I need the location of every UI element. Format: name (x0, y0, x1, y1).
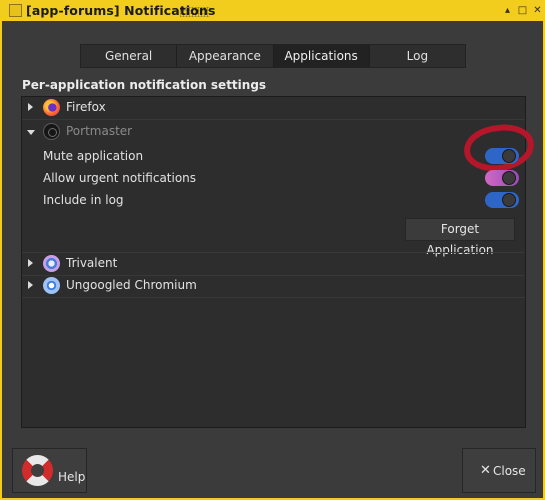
allow-urgent-toggle[interactable] (485, 170, 519, 186)
title-bar[interactable]: [app-forums] Notifications ▴ □ ✕ (2, 2, 543, 21)
setting-label-log: Include in log (43, 193, 124, 207)
window-menu-icon[interactable] (9, 4, 22, 17)
tree-row-firefox[interactable]: Firefox (22, 97, 525, 120)
lifebuoy-icon (22, 455, 53, 486)
trivalent-icon (43, 255, 60, 272)
tab-applications[interactable]: Applications (273, 45, 370, 67)
title-decoration (180, 7, 210, 17)
toggle-knob (502, 171, 516, 185)
app-name: Trivalent (66, 256, 118, 270)
expand-arrow-icon[interactable] (28, 281, 33, 289)
help-label: Help (58, 470, 86, 484)
close-button[interactable]: ✕ Close (462, 448, 536, 493)
expand-arrow-icon[interactable] (28, 259, 33, 267)
collapse-arrow-icon[interactable] (27, 130, 35, 135)
firefox-icon (43, 99, 60, 116)
minimize-icon[interactable]: ▴ (500, 4, 515, 18)
portmaster-icon (43, 123, 60, 140)
close-icon: ✕ (480, 463, 491, 478)
close-window-icon[interactable]: ✕ (530, 4, 545, 18)
tab-appearance[interactable]: Appearance (177, 45, 274, 67)
app-name: Portmaster (66, 124, 133, 138)
tab-log[interactable]: Log (370, 45, 465, 67)
setting-label-mute: Mute application (43, 149, 144, 163)
forget-application-button[interactable]: Forget Application (405, 218, 515, 257)
chromium-icon (43, 277, 60, 294)
include-in-log-toggle[interactable] (485, 192, 519, 208)
section-heading: Per-application notification settings (22, 78, 267, 92)
tree-row-trivalent[interactable]: Trivalent (22, 252, 525, 276)
setting-label-urgent: Allow urgent notifications (43, 171, 197, 185)
app-name: Firefox (66, 100, 106, 114)
maximize-icon[interactable]: □ (515, 4, 530, 18)
expand-arrow-icon[interactable] (28, 103, 33, 111)
mute-application-toggle[interactable] (485, 148, 519, 164)
app-name: Ungoogled Chromium (66, 278, 197, 292)
close-label: Close (493, 464, 526, 478)
tab-bar: General Appearance Applications Log (80, 44, 466, 68)
notifications-window: [app-forums] Notifications ▴ □ ✕ General… (0, 0, 545, 500)
tree-row-portmaster[interactable]: Portmaster (22, 121, 525, 143)
toggle-knob (502, 149, 516, 163)
tab-general[interactable]: General (81, 45, 178, 67)
tree-row-ungoogled-chromium[interactable]: Ungoogled Chromium (22, 275, 525, 298)
toggle-knob (502, 193, 516, 207)
application-tree: Firefox Portmaster Mute application Allo… (21, 96, 537, 428)
help-button[interactable]: Help (12, 448, 87, 493)
